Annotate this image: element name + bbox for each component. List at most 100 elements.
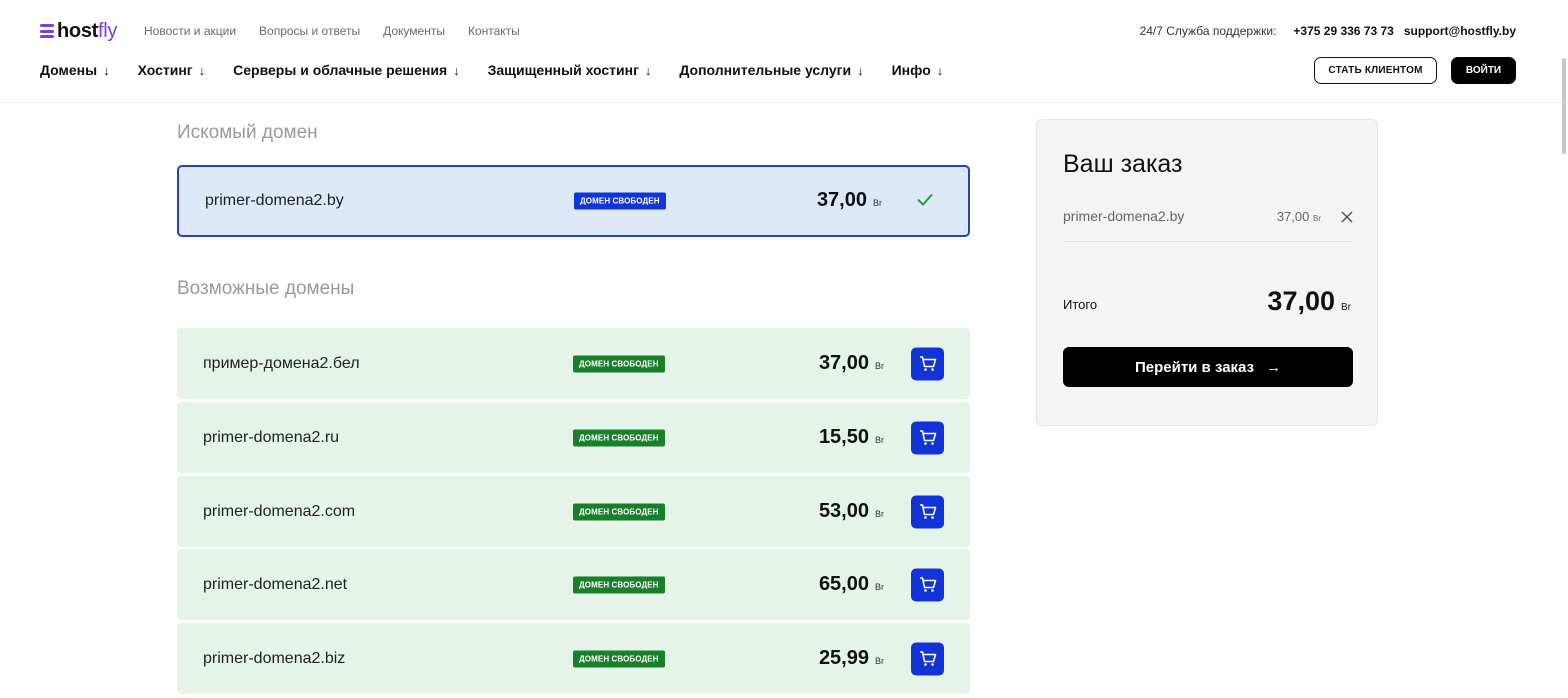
arrow-right-icon: → <box>1266 358 1282 376</box>
cart-icon <box>919 356 936 371</box>
domain-price-value: 37,00 <box>816 189 867 212</box>
logo-text: hostfly <box>57 19 118 42</box>
domain-name: primer-domena2.ru <box>203 428 340 446</box>
domain-row: primer-domena2.com ДОМЕН СВОБОДЕН 53,00 B… <box>177 476 970 547</box>
top-link-contacts[interactable]: Контакты <box>468 24 520 38</box>
status-badge: ДОМЕН СВОБОДЕН <box>573 355 665 372</box>
status-badge: ДОМЕН СВОБОДЕН <box>574 192 666 210</box>
domain-price: 65,00 Br <box>819 573 884 596</box>
currency-sign: Br <box>875 581 884 592</box>
arrow-down-icon: ↓ <box>198 62 206 78</box>
currency-sign: Br <box>875 655 884 666</box>
order-item-price-value: 37,00 <box>1276 208 1310 224</box>
support-phone[interactable]: +375 29 336 73 73 <box>1293 24 1393 38</box>
domain-name: primer-domena2.com <box>203 502 356 520</box>
main-nav: Домены ↓ Хостинг ↓ Серверы и облачные реше… <box>40 62 943 78</box>
cart-icon <box>919 651 936 666</box>
logo-mark-icon <box>40 24 54 38</box>
support-info: 24/7 Служба поддержки: +375 29 336 73 73… <box>1140 24 1516 38</box>
check-icon <box>916 191 934 212</box>
domain-price: 25,99 Br <box>819 647 884 670</box>
close-icon[interactable] <box>1341 210 1353 223</box>
domain-price-value: 53,00 <box>818 499 869 522</box>
status-badge: ДОМЕН СВОБОДЕН <box>573 576 665 593</box>
support-label: 24/7 Служба поддержки: <box>1139 24 1277 38</box>
top-link-faq[interactable]: Вопросы и ответы <box>259 24 360 38</box>
cart-icon <box>919 577 936 592</box>
add-to-cart-button[interactable] <box>911 347 944 380</box>
order-title: Ваш заказ <box>1063 150 1183 178</box>
add-to-cart-button[interactable] <box>911 568 944 601</box>
top-link-news[interactable]: Новости и акции <box>144 24 236 38</box>
nav-extra-services-label: Дополнительные услуги <box>679 62 852 78</box>
domain-row: primer-domena2.net ДОМЕН СВОБОДЕН 65,00 B… <box>177 549 970 620</box>
cart-icon <box>919 430 936 445</box>
order-item: primer-domena2.by 37,00 Br <box>1063 208 1353 224</box>
domain-row: пример-домена2.бел ДОМЕН СВОБОДЕН 37,00 B… <box>177 328 970 399</box>
domain-price-value: 65,00 <box>818 572 869 595</box>
status-badge: ДОМЕН СВОБОДЕН <box>573 503 665 520</box>
nav-hosting[interactable]: Хостинг ↓ <box>138 62 206 78</box>
status-badge: ДОМЕН СВОБОДЕН <box>573 650 665 667</box>
order-item-price: 37,00 Br <box>1277 209 1321 224</box>
currency-sign: Br <box>875 360 884 371</box>
scrollbar-thumb[interactable] <box>1562 58 1566 154</box>
arrow-down-icon: ↓ <box>103 62 110 78</box>
login-button[interactable]: ВОЙТИ <box>1451 57 1516 84</box>
domain-price: 15,50 Br <box>819 426 884 449</box>
add-to-cart-button[interactable] <box>911 421 944 454</box>
nav-servers-label: Серверы и облачные решения <box>233 62 448 78</box>
domain-row: primer-domena2.biz ДОМЕН СВОБОДЕН 25,99 B… <box>177 623 970 694</box>
total-label: Итого <box>1063 297 1098 312</box>
currency-sign: Br <box>875 434 884 445</box>
go-to-order-label: Перейти в заказ <box>1134 358 1255 376</box>
domain-name: primer-domena2.by <box>205 192 344 209</box>
arrow-down-icon: ↓ <box>644 62 652 78</box>
domain-name: primer-domena2.biz <box>203 649 346 667</box>
cart-icon <box>919 504 936 519</box>
arrow-down-icon: ↓ <box>453 62 460 78</box>
order-item-domain: primer-domena2.by <box>1063 208 1185 224</box>
nav-domains[interactable]: Домены ↓ <box>40 62 110 78</box>
domain-price-value: 37,00 <box>818 351 869 374</box>
searched-domain-title: Искомый домен <box>177 122 318 143</box>
nav-secure-hosting[interactable]: Защищенный хостинг ↓ <box>488 62 652 78</box>
top-link-documents[interactable]: Документы <box>383 24 445 38</box>
domain-row: primer-domena2.ru ДОМЕН СВОБОДЕН 15,50 Br <box>177 402 970 473</box>
domain-price-value: 15,50 <box>818 425 869 448</box>
domain-price: 53,00 Br <box>819 500 884 523</box>
currency-sign: Br <box>1313 213 1321 223</box>
status-badge: ДОМЕН СВОБОДЕН <box>573 429 665 446</box>
total-value-number: 37,00 <box>1267 286 1335 316</box>
domain-name: primer-domena2.net <box>203 575 348 593</box>
nav-secure-hosting-label: Защищенный хостинг <box>487 62 639 78</box>
nav-domains-label: Домены <box>40 62 98 78</box>
searched-domain-row[interactable]: primer-domena2.by ДОМЕН СВОБОДЕН 37,00 Br <box>177 165 970 237</box>
support-email[interactable]: support@hostfly.by <box>1404 24 1516 38</box>
arrow-down-icon: ↓ <box>936 62 944 78</box>
become-client-button[interactable]: СТАТЬ КЛИЕНТОМ <box>1314 57 1437 84</box>
top-links: Новости и акции Вопросы и ответы Докумен… <box>144 24 520 38</box>
nav-extra-services[interactable]: Дополнительные услуги ↓ <box>679 62 863 78</box>
logo[interactable]: hostfly <box>40 19 117 43</box>
go-to-order-button[interactable]: Перейти в заказ → <box>1063 347 1353 387</box>
currency-sign: Br <box>875 508 884 519</box>
domain-price: 37,00 Br <box>819 352 884 375</box>
domain-price-value: 25,99 <box>818 646 869 669</box>
domain-price: 37,00 Br <box>817 189 882 212</box>
possible-domains-title: Возможные домены <box>177 278 355 299</box>
total-value: 37,00 Br <box>1267 286 1351 317</box>
add-to-cart-button[interactable] <box>911 642 944 675</box>
order-summary-card: Ваш заказ primer-domena2.by 37,00 Br Ито… <box>1036 119 1378 426</box>
arrow-down-icon: ↓ <box>857 62 864 78</box>
nav-info[interactable]: Инфо ↓ <box>892 62 944 78</box>
divider <box>1063 241 1353 242</box>
nav-servers[interactable]: Серверы и облачные решения ↓ <box>233 62 459 78</box>
domain-name: пример-домена2.бел <box>203 354 360 372</box>
nav-info-label: Инфо <box>891 62 931 78</box>
currency-sign: Br <box>873 198 882 209</box>
currency-sign: Br <box>1341 302 1351 313</box>
nav-hosting-label: Хостинг <box>137 62 193 78</box>
site-header: hostfly Новости и акции Вопросы и ответы… <box>0 0 1568 103</box>
add-to-cart-button[interactable] <box>911 495 944 528</box>
